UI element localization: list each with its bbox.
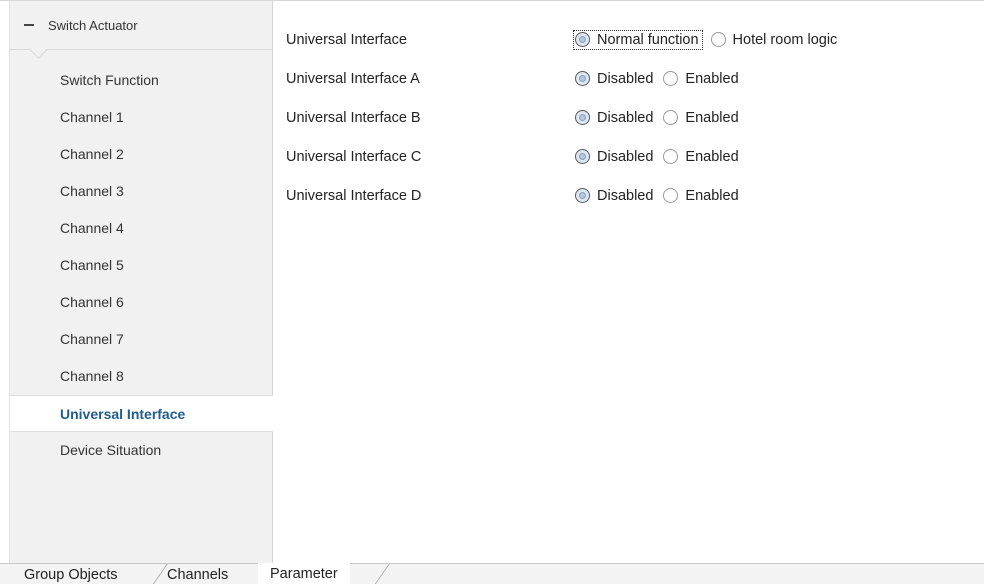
tab-divider [372,564,390,584]
radio-label: Enabled [685,148,739,165]
radio-selected-icon[interactable] [575,71,590,86]
window: Switch Actuator Switch Function Channel … [0,0,984,584]
sidebar-item-channel-8[interactable]: Channel 8 [10,358,272,395]
radio-label: Disabled [597,187,654,204]
param-label: Universal Interface [286,31,407,48]
radio-selected-icon[interactable] [575,110,590,125]
radio-enabled[interactable]: Enabled [663,70,739,87]
param-row-universal-interface-d: Universal Interface D Disabled Enabled [273,176,984,215]
radio-disabled[interactable]: Disabled [575,149,653,165]
radio-unselected-icon[interactable] [663,149,679,164]
radio-unselected-icon[interactable] [663,71,679,86]
sidebar-item-channel-5[interactable]: Channel 5 [10,247,272,284]
radio-unselected-icon[interactable] [710,32,726,47]
bottom-tab-bar: Group Objects Channels Parameter [0,563,984,584]
radio-group: Disabled Enabled [575,110,749,126]
sidebar-item-channel-2[interactable]: Channel 2 [10,136,272,173]
tab-divider [150,564,168,584]
radio-disabled[interactable]: Disabled [575,71,653,87]
radio-disabled[interactable]: Disabled [575,110,653,126]
tree-node-label: Switch Actuator [48,17,138,33]
radio-label: Enabled [685,187,739,204]
tree-children: Switch Function Channel 1 Channel 2 Chan… [10,50,274,469]
radio-selected-icon[interactable] [575,32,590,47]
param-row-universal-interface-b: Universal Interface B Disabled Enabled [273,98,984,137]
parameter-panel: Universal Interface Normal function Hote… [273,1,984,563]
param-label: Universal Interface B [286,109,421,126]
radio-label: Disabled [597,70,654,87]
radio-hotel-room-logic[interactable]: Hotel room logic [710,31,838,48]
sidebar-item-channel-4[interactable]: Channel 4 [10,210,272,247]
param-label: Universal Interface A [286,70,420,87]
minus-icon[interactable] [24,24,34,26]
radio-label: Normal function [597,31,699,48]
sidebar-item-channel-6[interactable]: Channel 6 [10,284,272,321]
radio-label: Hotel room logic [732,31,838,48]
radio-disabled[interactable]: Disabled [575,188,653,204]
sidebar-item-device-situation[interactable]: Device Situation [10,432,272,469]
radio-enabled[interactable]: Enabled [663,109,739,126]
sidebar-item-channel-7[interactable]: Channel 7 [10,321,272,358]
sidebar-item-channel-1[interactable]: Channel 1 [10,99,272,136]
sidebar-item-channel-3[interactable]: Channel 3 [10,173,272,210]
radio-normal-function[interactable]: Normal function [573,29,703,50]
param-row-universal-interface-c: Universal Interface C Disabled Enabled [273,137,984,176]
radio-enabled[interactable]: Enabled [663,148,739,165]
radio-selected-icon[interactable] [575,188,590,203]
tab-channels[interactable]: Channels [167,564,228,584]
radio-group: Disabled Enabled [575,71,749,87]
tab-group-objects[interactable]: Group Objects [24,564,118,584]
param-row-universal-interface-a: Universal Interface A Disabled Enabled [273,59,984,98]
radio-unselected-icon[interactable] [663,188,679,203]
radio-selected-icon[interactable] [575,149,590,164]
radio-group: Disabled Enabled [575,188,749,204]
tree-node-switch-actuator[interactable]: Switch Actuator [10,1,272,59]
tab-parameter[interactable]: Parameter [258,563,350,584]
radio-unselected-icon[interactable] [663,110,679,125]
sidebar-item-switch-function[interactable]: Switch Function [10,62,272,99]
radio-label: Disabled [597,109,654,126]
param-label: Universal Interface D [286,187,422,204]
radio-enabled[interactable]: Enabled [663,187,739,204]
radio-label: Enabled [685,70,739,87]
radio-group: Disabled Enabled [575,149,749,165]
radio-group: Normal function Hotel room logic [573,29,847,50]
param-label: Universal Interface C [286,148,422,165]
sidebar-item-universal-interface[interactable]: Universal Interface [10,395,274,432]
sidebar-tree: Switch Actuator Switch Function Channel … [9,1,274,563]
param-row-universal-interface: Universal Interface Normal function Hote… [273,20,984,59]
radio-label: Disabled [597,148,654,165]
radio-label: Enabled [685,109,739,126]
